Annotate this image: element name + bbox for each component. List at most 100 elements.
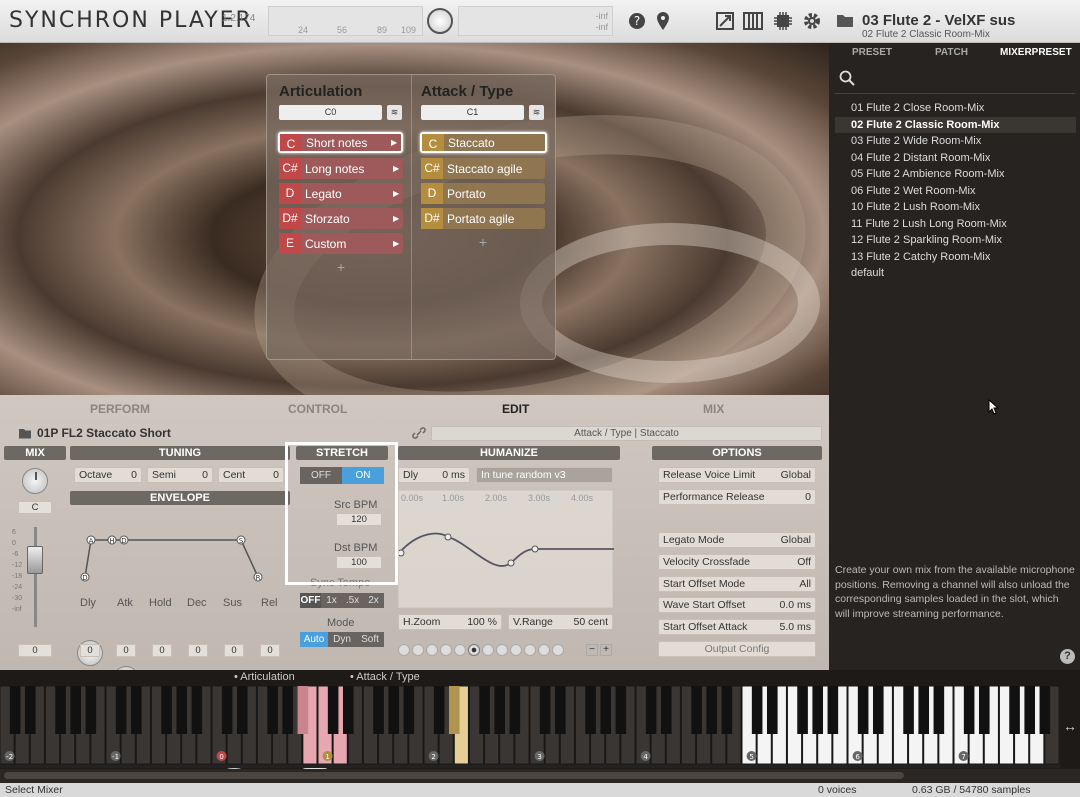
preset-dot[interactable]	[440, 644, 452, 656]
articulation-row-custom[interactable]: E Custom ▶	[279, 233, 403, 254]
remove-preset-icon[interactable]: −	[586, 644, 598, 656]
tab-edit[interactable]: EDIT	[502, 402, 529, 416]
black-key[interactable]	[539, 686, 551, 734]
black-key[interactable]	[221, 686, 233, 734]
option-start-offset-mode[interactable]: Start Offset Mode All	[658, 576, 816, 592]
preset-dot[interactable]	[552, 644, 564, 656]
keyboard-scrollbar[interactable]	[0, 769, 1080, 783]
black-key[interactable]	[857, 686, 869, 734]
question-help-icon[interactable]: ?	[1060, 649, 1075, 664]
option-legato-mode[interactable]: Legato Mode Global	[658, 532, 816, 548]
tab-control[interactable]: CONTROL	[288, 402, 347, 416]
envelope-point-attack[interactable]: A	[89, 537, 94, 545]
rel-value[interactable]: 0	[260, 644, 280, 657]
add-articulation-button[interactable]: +	[279, 259, 403, 275]
link-icon[interactable]	[412, 427, 426, 442]
atk-value[interactable]: 0	[116, 644, 136, 657]
black-key[interactable]	[55, 686, 66, 734]
black-key[interactable]	[660, 686, 672, 734]
cent-field[interactable]: Cent 0	[218, 467, 284, 483]
preset-dot-active[interactable]	[468, 644, 480, 656]
volume-fader[interactable]	[27, 546, 43, 574]
black-key[interactable]	[191, 686, 203, 734]
black-key[interactable]	[236, 686, 248, 734]
scrollbar-thumb[interactable]	[4, 772, 904, 779]
sync-off-button[interactable]: OFF	[300, 593, 321, 608]
list-item[interactable]: 05 Flute 2 Ambience Room-Mix	[835, 166, 1076, 183]
list-item[interactable]: 01 Flute 2 Close Room-Mix	[835, 100, 1076, 117]
master-volume-knob[interactable]	[427, 8, 453, 34]
tab-mixerpreset[interactable]: MIXERPRESET	[1000, 47, 1072, 58]
cpu-chip-icon[interactable]	[772, 10, 794, 32]
black-key[interactable]	[706, 686, 718, 734]
sync-half-button[interactable]: .5x	[342, 593, 363, 608]
black-key[interactable]	[645, 686, 657, 734]
black-key[interactable]	[797, 686, 808, 734]
black-key[interactable]	[615, 686, 627, 734]
hzoom-field[interactable]: H.Zoom 100 %	[398, 614, 502, 630]
dly-value[interactable]: 0	[80, 644, 100, 657]
preset-dot[interactable]	[398, 644, 410, 656]
black-key[interactable]	[933, 686, 945, 734]
attack-row-staccato-agile[interactable]: C# Staccato agile	[421, 158, 545, 179]
humanize-dly-field[interactable]: Dly 0 ms	[398, 467, 470, 483]
attack-row-staccato[interactable]: C Staccato	[420, 132, 547, 153]
black-key[interactable]	[827, 686, 839, 734]
black-key[interactable]	[9, 686, 21, 734]
black-key[interactable]	[978, 686, 990, 734]
attack-row-portato[interactable]: D Portato	[421, 183, 545, 204]
dec-value[interactable]: 0	[188, 644, 208, 657]
mode-soft-button[interactable]: Soft	[356, 632, 384, 647]
black-key[interactable]	[554, 686, 566, 734]
black-key[interactable]	[509, 686, 521, 734]
black-key[interactable]	[373, 686, 384, 734]
list-item-selected[interactable]: 02 Flute 2 Classic Room-Mix	[835, 116, 1076, 133]
black-key[interactable]	[1009, 686, 1020, 734]
preset-dot[interactable]	[482, 644, 494, 656]
fullscreen-icon[interactable]	[714, 10, 736, 32]
attack-row-portato-agile[interactable]: D# Portato agile	[421, 208, 545, 229]
envelope-graph[interactable]: A H D S R D	[70, 507, 290, 595]
envelope-point-decay[interactable]: D	[121, 537, 126, 545]
semi-field[interactable]: Semi 0	[147, 467, 213, 483]
list-item[interactable]: 06 Flute 2 Wet Room-Mix	[835, 183, 1076, 200]
tab-mix[interactable]: MIX	[703, 402, 724, 416]
option-performance-release[interactable]: Performance Release 0	[658, 489, 816, 505]
black-key[interactable]	[721, 686, 733, 734]
preset-dot[interactable]	[426, 644, 438, 656]
black-key[interactable]	[388, 686, 400, 734]
humanize-curve-graph[interactable]: 0.00s 1.00s 2.00s 3.00s 4.00s	[398, 490, 614, 608]
preset-dot[interactable]	[412, 644, 424, 656]
articulation-row-long-notes[interactable]: C# Long notes ▶	[279, 158, 403, 179]
black-key[interactable]	[327, 686, 339, 734]
black-key[interactable]	[130, 686, 142, 734]
black-key[interactable]	[433, 686, 445, 734]
list-item[interactable]: 12 Flute 2 Sparkling Room-Mix	[835, 232, 1076, 249]
option-wave-start-offset[interactable]: Wave Start Offset 0.0 ms	[658, 597, 816, 613]
black-key[interactable]	[903, 686, 914, 734]
layers-icon[interactable]: ≋	[387, 105, 402, 120]
list-item[interactable]: 03 Flute 2 Wide Room-Mix	[835, 133, 1076, 150]
envelope-point-release[interactable]: R	[256, 574, 261, 582]
black-key[interactable]	[448, 686, 460, 734]
black-key[interactable]	[1024, 686, 1036, 734]
envelope-point-sustain[interactable]: S	[239, 537, 244, 545]
add-attack-button[interactable]: +	[421, 234, 545, 250]
black-key[interactable]	[918, 686, 930, 734]
black-key[interactable]	[85, 686, 97, 734]
articulation-row-sforzato[interactable]: D# Sforzato ▶	[279, 208, 403, 229]
resize-arrows-icon[interactable]: ↔	[1060, 686, 1080, 768]
volume-value[interactable]: 0	[18, 644, 52, 657]
envelope-point-delay[interactable]: D	[82, 574, 87, 582]
black-key[interactable]	[403, 686, 415, 734]
sync-1x-button[interactable]: 1x	[321, 593, 342, 608]
black-key[interactable]	[872, 686, 884, 734]
black-key[interactable]	[176, 686, 188, 734]
list-item[interactable]: default	[835, 265, 1076, 282]
location-pin-icon[interactable]	[652, 10, 674, 32]
pan-knob[interactable]	[22, 468, 48, 494]
sync-2x-button[interactable]: 2x	[363, 593, 384, 608]
tab-patch[interactable]: PATCH	[935, 47, 968, 58]
tab-perform[interactable]: PERFORM	[90, 402, 150, 416]
black-key[interactable]	[963, 686, 975, 734]
